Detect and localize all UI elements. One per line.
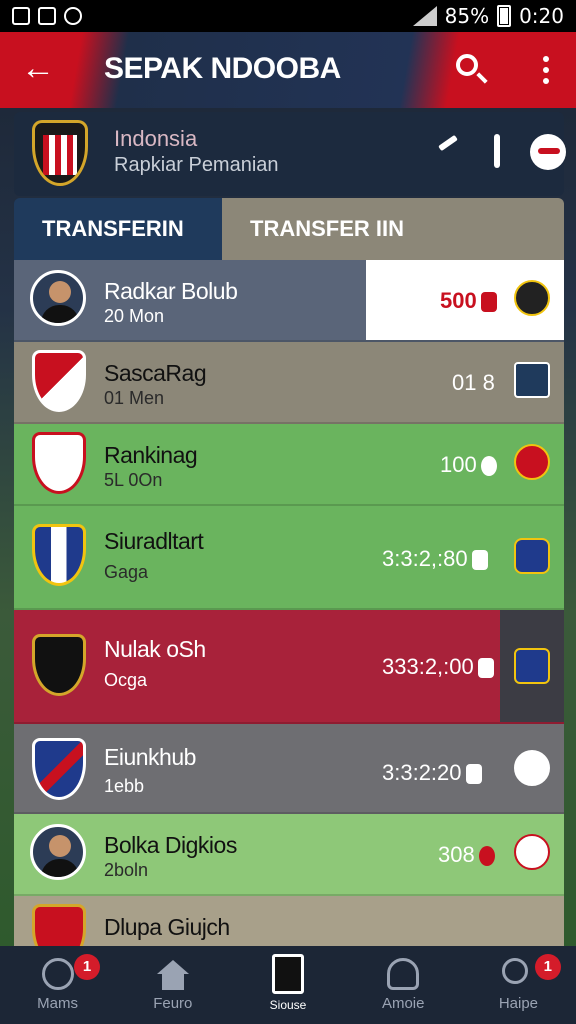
team-subtitle: Rapkiar Pemanian (114, 154, 279, 176)
status-left (12, 7, 82, 25)
club-crest-icon (32, 738, 86, 800)
list-item[interactable]: SascaRag 01 Men 01 8 (14, 342, 564, 424)
list-item[interactable]: Bolka Digkios 2boln 308 (14, 814, 564, 896)
search-icon (502, 958, 529, 984)
player-value: 333:2,:00 (382, 654, 494, 680)
coin-icon (480, 456, 497, 477)
coin-icon (478, 846, 495, 867)
team-crest-icon (32, 120, 88, 186)
nav-label: Feuro (153, 995, 193, 1012)
football-icon (41, 958, 74, 990)
clock: 0:20 (519, 4, 564, 28)
player-name: Dlupa Giujch (104, 914, 230, 940)
player-avatar (30, 824, 86, 880)
divider-icon (494, 134, 500, 168)
camera-icon (64, 7, 82, 25)
transfer-tabs: TRANSFERIN TRANSFER IIN (14, 198, 564, 260)
player-detail: 2boln (104, 860, 149, 880)
nav-item-haipe[interactable]: 1 Haipe (461, 946, 576, 1024)
coin-icon (471, 550, 488, 571)
player-detail: 1ebb (104, 776, 145, 796)
status-bar: 85% 0:20 (0, 0, 576, 32)
notification-badge: 1 (74, 954, 100, 980)
player-detail: 5L 0On (104, 470, 163, 490)
list-item[interactable]: Eiunkhub 1ebb 3:3:2:20 (14, 724, 564, 814)
tab-transferin[interactable]: TRANSFERIN (14, 198, 222, 260)
player-name: Nulak oSh (104, 636, 206, 662)
nav-label: Mams (37, 995, 79, 1012)
club-crest-icon (32, 350, 86, 412)
list-item[interactable]: Rankinag 5L 0On 100 (14, 424, 564, 506)
nav-item-feuro[interactable]: Feuro (115, 946, 230, 1024)
player-value: 01 8 (452, 370, 495, 395)
player-detail: Gaga (104, 562, 149, 582)
club-badge-icon (514, 538, 550, 574)
player-name: Eiunkhub (104, 744, 196, 770)
list-item[interactable]: Nulak oSh Ocga 333:2,:00 (14, 610, 564, 724)
list-item[interactable]: Radkar Bolub 20 Mon 500 (14, 260, 564, 342)
notification-badge: 1 (534, 954, 561, 980)
player-detail: 01 Men (104, 388, 165, 408)
player-detail: Ocga (104, 670, 148, 690)
team-card[interactable]: Indonsia Rapkiar Pemanian (14, 112, 566, 196)
edit-icon[interactable] (438, 134, 458, 152)
player-name: SascaRag (104, 360, 207, 386)
player-list: Radkar Bolub 20 Mon 500 SascaRag 01 Men … (14, 260, 564, 956)
player-value: 3:3:2,:80 (382, 546, 488, 572)
page-title: SEPAK NDOOBA (104, 52, 341, 85)
player-name: Radkar Bolub (104, 278, 238, 304)
search-icon[interactable] (452, 50, 492, 90)
back-arrow-icon[interactable]: ← (18, 48, 58, 88)
player-avatar (30, 270, 86, 326)
gallery-icon (12, 7, 30, 25)
team-name: Indonsia (114, 126, 198, 151)
player-avatar (32, 634, 86, 696)
nav-item-siouse[interactable]: Siouse (230, 946, 345, 1024)
list-item[interactable]: Siuradltart Gaga 3:3:2,:80 (14, 506, 564, 610)
nav-label: Amoie (381, 995, 425, 1012)
player-avatar (32, 432, 86, 494)
coin-icon (465, 764, 482, 785)
club-crest-icon (32, 524, 86, 586)
whistle-icon[interactable] (530, 134, 566, 170)
nav-label: Siouse (269, 998, 307, 1012)
coin-icon (480, 292, 497, 313)
club-badge-icon (514, 834, 550, 870)
club-badge-icon (514, 280, 550, 316)
status-right: 85% 0:20 (412, 4, 564, 28)
nav-label: Haipe (498, 995, 539, 1012)
player-value: 500 (440, 288, 497, 314)
player-value: 308 (438, 842, 495, 868)
club-badge-icon (514, 362, 550, 398)
nav-item-amoie[interactable]: Amoie (346, 946, 461, 1024)
home-icon (156, 960, 189, 974)
tab-transfer-iin[interactable]: TRANSFER IIN (222, 198, 564, 260)
app-header: ← SEPAK NDOOBA (0, 32, 576, 108)
club-badge-icon (514, 648, 550, 684)
more-menu-icon[interactable] (534, 52, 558, 88)
nav-item-mams[interactable]: 1 Mams (0, 946, 115, 1024)
bottom-nav: 1 Mams Feuro Siouse Amoie 1 Haipe (0, 946, 576, 1024)
clipboard-icon (272, 954, 304, 994)
person-icon (387, 958, 420, 990)
battery-percent: 85% (444, 4, 490, 28)
coin-icon (477, 658, 494, 679)
player-name: Rankinag (104, 442, 198, 468)
player-name: Bolka Digkios (104, 832, 237, 858)
club-badge-icon (514, 750, 550, 786)
player-detail: 20 Mon (104, 306, 165, 326)
player-name: Siuradltart (104, 528, 204, 554)
club-badge-icon (514, 444, 550, 480)
player-value: 3:3:2:20 (382, 760, 482, 786)
signal-icon (412, 6, 437, 26)
player-value: 100 (440, 452, 497, 478)
battery-icon (497, 5, 512, 27)
notification-icon (38, 7, 56, 25)
